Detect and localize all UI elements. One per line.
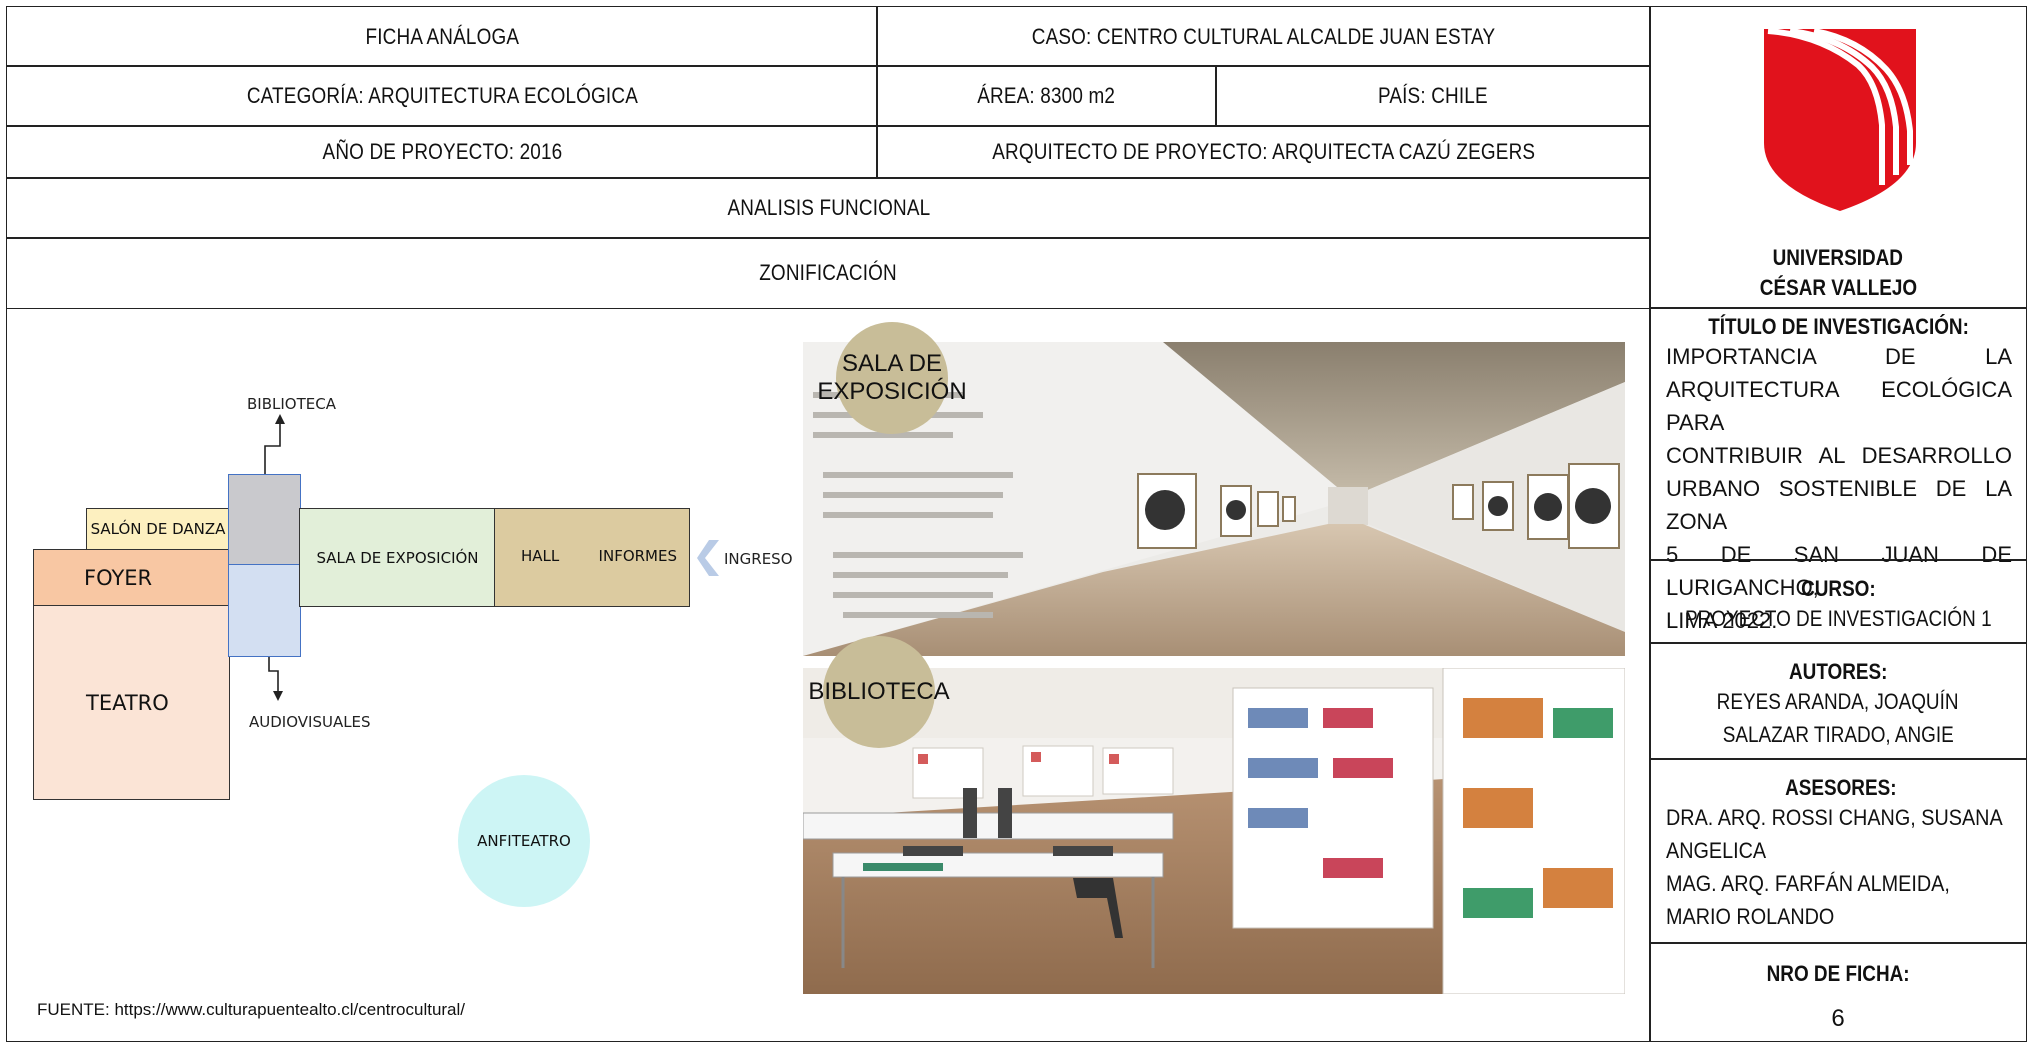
- badge-biblioteca: BIBLIOTECA: [808, 636, 950, 748]
- autores-heading: AUTORES:: [1788, 659, 1888, 684]
- categoria-cell: CATEGORÍA: ARQUITECTURA ECOLÓGICA: [6, 65, 878, 127]
- asesores-heading: ASESORES:: [1785, 775, 1897, 800]
- analisis-cell: ANALISIS FUNCIONAL: [6, 177, 1651, 239]
- caso-label: CASO: CENTRO CULTURAL ALCALDE JUAN ESTAY: [1031, 23, 1496, 49]
- categoria-label: CATEGORÍA: ARQUITECTURA ECOLÓGICA: [246, 83, 638, 108]
- anio-cell: AÑO DE PROYECTO: 2016: [6, 125, 878, 179]
- asesor-1-line1: DRA. ARQ. ROSSI CHANG, SUSANA: [1666, 805, 2003, 830]
- zone-salon-danza: SALÓN DE DANZA: [86, 508, 230, 550]
- zonificacion-cell: ZONIFICACIÓN: [6, 237, 1651, 309]
- badge-sala-exposicion: SALA DE EXPOSICIÓN: [817, 322, 967, 434]
- ficha-number-panel: NRO DE FICHA: 6: [1649, 942, 2027, 1042]
- asesor-1-line2: ANGELICA: [1666, 838, 1767, 863]
- arquitecto-label: ARQUITECTO DE PROYECTO: ARQUITECTA CAZÚ …: [991, 139, 1536, 164]
- titulo-line: IMPORTANCIA DE LA: [1666, 344, 2012, 369]
- asesor-2-line2: MARIO ROLANDO: [1666, 904, 1835, 929]
- autores-panel: AUTORES: REYES ARANDA, JOAQUÍN SALAZAR T…: [1649, 642, 2027, 760]
- autor-1: REYES ARANDA, JOAQUÍN: [1717, 689, 1959, 714]
- zone-anfiteatro: ANFITEATRO: [458, 775, 590, 907]
- pais-label: PAÍS: CHILE: [1378, 83, 1488, 108]
- zone-sala-exposicion: SALA DE EXPOSICIÓN: [299, 508, 496, 607]
- zone-foyer: FOYER: [33, 549, 230, 607]
- ingreso-arrow-icon: [697, 540, 719, 576]
- ficha-title: FICHA ANÁLOGA: [365, 23, 519, 49]
- autor-2: SALAZAR TIRADO, ANGIE: [1722, 722, 1954, 747]
- zone-vertical-bottom: [228, 564, 301, 657]
- ingreso-label: INGRESO: [724, 550, 793, 568]
- zone-vertical-top: [228, 474, 301, 566]
- logo-panel: UNIVERSIDAD CÉSAR VALLEJO: [1649, 6, 2027, 309]
- curso-value: PROYECTO DE INVESTIGACIÓN 1: [1684, 606, 1992, 631]
- zonificacion-label: ZONIFICACIÓN: [759, 260, 898, 285]
- ficha-number: 6: [1831, 1005, 1845, 1032]
- informes-label: INFORMES: [598, 546, 677, 565]
- zone-hall-informes: HALL INFORMES: [494, 508, 690, 607]
- titulo-panel: TÍTULO DE INVESTIGACIÓN: IMPORTANCIA DE …: [1649, 307, 2027, 633]
- asesores-panel: ASESORES: DRA. ARQ. ROSSI CHANG, SUSANA …: [1649, 758, 2027, 944]
- audiovisuales-arrow: [268, 657, 283, 701]
- hall-label: HALL: [521, 546, 560, 565]
- university-shield-logo: [1764, 28, 1916, 211]
- titulo-line: URBANO SOSTENIBLE DE LA ZONA: [1666, 476, 2012, 534]
- ficha-title-cell: FICHA ANÁLOGA: [6, 6, 878, 67]
- ficha-number-heading: NRO DE FICHA:: [1766, 961, 1910, 986]
- university-name-line1: UNIVERSIDAD: [1772, 245, 1904, 270]
- pais-cell: PAÍS: CHILE: [1215, 65, 1651, 127]
- anio-label: AÑO DE PROYECTO: 2016: [322, 139, 562, 164]
- curso-panel: CURSO: PROYECTO DE INVESTIGACIÓN 1: [1649, 559, 2027, 644]
- area-label: ÁREA: 8300 m2: [977, 83, 1116, 108]
- zone-teatro: TEATRO: [33, 605, 230, 800]
- university-name-line2: CÉSAR VALLEJO: [1759, 275, 1917, 300]
- biblioteca-label: BIBLIOTECA: [247, 395, 336, 413]
- titulo-line: ARQUITECTURA ECOLÓGICA PARA: [1666, 377, 2012, 435]
- fuente-text: FUENTE: https://www.culturapuentealto.cl…: [37, 1000, 466, 1019]
- titulo-line: CONTRIBUIR AL DESARROLLO: [1666, 443, 2012, 468]
- biblioteca-arrow: [264, 414, 285, 474]
- analisis-label: ANALISIS FUNCIONAL: [727, 195, 930, 220]
- caso-cell: CASO: CENTRO CULTURAL ALCALDE JUAN ESTAY: [876, 6, 1651, 67]
- titulo-heading: TÍTULO DE INVESTIGACIÓN:: [1708, 314, 1970, 339]
- arquitecto-cell: ARQUITECTO DE PROYECTO: ARQUITECTA CAZÚ …: [876, 125, 1651, 179]
- area-cell: ÁREA: 8300 m2: [876, 65, 1217, 127]
- asesor-2-line1: MAG. ARQ. FARFÁN ALMEIDA,: [1666, 871, 1950, 896]
- curso-heading: CURSO:: [1800, 576, 1876, 601]
- audiovisuales-label: AUDIOVISUALES: [249, 713, 371, 731]
